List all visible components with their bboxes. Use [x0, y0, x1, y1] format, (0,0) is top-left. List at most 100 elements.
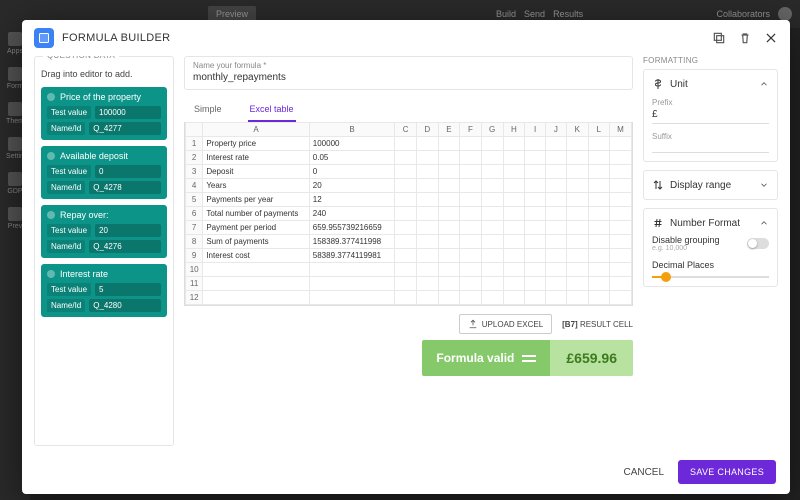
cell[interactable] — [395, 235, 417, 249]
cell[interactable]: 158389.377411998 — [309, 235, 394, 249]
cell[interactable] — [416, 263, 438, 277]
cell[interactable] — [395, 193, 417, 207]
column-header[interactable]: L — [588, 123, 609, 137]
cell[interactable] — [609, 249, 631, 263]
cell[interactable] — [460, 193, 481, 207]
cell[interactable] — [460, 165, 481, 179]
cell[interactable] — [438, 207, 460, 221]
cell[interactable] — [503, 277, 525, 291]
cell[interactable] — [588, 179, 609, 193]
formula-name-field[interactable]: Name your formula * monthly_repayments — [184, 56, 633, 90]
result-cell-indicator[interactable]: [B7] RESULT CELL — [562, 320, 633, 329]
cell[interactable] — [525, 221, 546, 235]
table-row[interactable]: 12 — [186, 291, 632, 305]
tab-excel-table[interactable]: Excel table — [248, 100, 296, 122]
cell[interactable] — [395, 249, 417, 263]
table-row[interactable]: 5Payments per year12 — [186, 193, 632, 207]
cell[interactable]: Deposit — [203, 165, 309, 179]
cell[interactable] — [503, 207, 525, 221]
cell[interactable] — [438, 235, 460, 249]
cell[interactable] — [460, 235, 481, 249]
tab-results[interactable]: Results — [553, 9, 583, 19]
cell[interactable] — [460, 277, 481, 291]
decimal-places-slider[interactable] — [652, 276, 769, 278]
sidebar-item[interactable]: Form — [7, 67, 23, 90]
cell[interactable]: 0.05 — [309, 151, 394, 165]
test-value-input[interactable]: 20 — [95, 224, 161, 237]
cell[interactable] — [438, 151, 460, 165]
close-icon[interactable] — [764, 31, 778, 45]
cell[interactable] — [588, 249, 609, 263]
cell[interactable]: 0 — [309, 165, 394, 179]
sidebar-item[interactable]: GDP — [7, 172, 22, 195]
drag-handle-icon[interactable] — [47, 211, 55, 219]
column-header[interactable]: J — [545, 123, 566, 137]
cell[interactable] — [460, 291, 481, 305]
cell[interactable] — [416, 291, 438, 305]
cell[interactable] — [588, 207, 609, 221]
cell[interactable] — [525, 165, 546, 179]
unit-header[interactable]: Unit — [652, 78, 769, 90]
cell[interactable] — [481, 249, 503, 263]
cell[interactable] — [438, 249, 460, 263]
test-value-input[interactable]: 0 — [95, 165, 161, 178]
cell[interactable] — [481, 165, 503, 179]
cell[interactable] — [545, 249, 566, 263]
cell[interactable]: Sum of payments — [203, 235, 309, 249]
cell[interactable]: Payments per year — [203, 193, 309, 207]
column-header[interactable]: I — [525, 123, 546, 137]
cell[interactable] — [503, 151, 525, 165]
cell[interactable] — [503, 179, 525, 193]
table-row[interactable]: 9Interest cost58389.3774119981 — [186, 249, 632, 263]
table-row[interactable]: 10 — [186, 263, 632, 277]
cell[interactable] — [545, 235, 566, 249]
row-number[interactable]: 8 — [186, 235, 203, 249]
cell[interactable] — [416, 193, 438, 207]
cell[interactable] — [416, 207, 438, 221]
tab-simple[interactable]: Simple — [192, 100, 224, 122]
cell[interactable] — [438, 137, 460, 151]
suffix-field[interactable]: Suffix — [652, 132, 769, 153]
cell[interactable] — [395, 207, 417, 221]
table-row[interactable]: 3Deposit0 — [186, 165, 632, 179]
table-row[interactable]: 4Years20 — [186, 179, 632, 193]
drag-handle-icon[interactable] — [47, 93, 55, 101]
cancel-button[interactable]: CANCEL — [623, 467, 664, 478]
drag-handle-icon[interactable] — [47, 270, 55, 278]
cell[interactable] — [460, 179, 481, 193]
cell[interactable] — [545, 277, 566, 291]
table-row[interactable]: 1Property price100000 — [186, 137, 632, 151]
cell[interactable] — [203, 263, 309, 277]
question-card[interactable]: Interest rateTest value5Name/IdQ_4280 — [41, 264, 167, 317]
cell[interactable] — [566, 151, 588, 165]
cell[interactable] — [309, 263, 394, 277]
cell[interactable] — [309, 291, 394, 305]
row-number[interactable]: 10 — [186, 263, 203, 277]
cell[interactable]: 12 — [309, 193, 394, 207]
row-number[interactable]: 3 — [186, 165, 203, 179]
copy-icon[interactable] — [712, 31, 726, 45]
column-header[interactable]: D — [416, 123, 438, 137]
cell[interactable] — [588, 193, 609, 207]
column-header[interactable]: E — [438, 123, 460, 137]
disable-grouping-toggle[interactable] — [747, 238, 769, 249]
column-header[interactable]: K — [566, 123, 588, 137]
cell[interactable]: Total number of payments — [203, 207, 309, 221]
delete-icon[interactable] — [738, 31, 752, 45]
cell[interactable] — [503, 137, 525, 151]
cell[interactable] — [566, 263, 588, 277]
cell[interactable] — [609, 235, 631, 249]
cell[interactable] — [395, 221, 417, 235]
cell[interactable] — [609, 277, 631, 291]
table-row[interactable]: 2Interest rate0.05 — [186, 151, 632, 165]
cell[interactable] — [395, 165, 417, 179]
cell[interactable] — [309, 277, 394, 291]
cell[interactable] — [566, 221, 588, 235]
cell[interactable] — [481, 193, 503, 207]
test-value-input[interactable]: 100000 — [95, 106, 161, 119]
cell[interactable] — [481, 207, 503, 221]
cell[interactable] — [588, 291, 609, 305]
cell[interactable] — [609, 291, 631, 305]
cell[interactable] — [525, 249, 546, 263]
cell[interactable] — [438, 221, 460, 235]
